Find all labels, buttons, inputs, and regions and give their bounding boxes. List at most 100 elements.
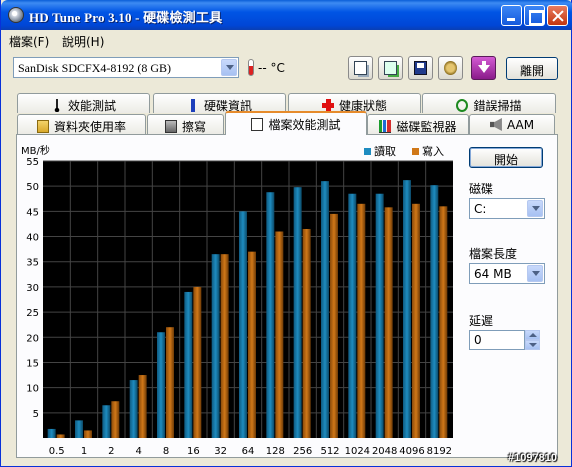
tab-disk-monitor[interactable]: 磁碟監視器 xyxy=(367,114,469,134)
camera-icon xyxy=(444,61,457,75)
start-button[interactable]: 開始 xyxy=(469,147,543,168)
x-tick-label: 4 xyxy=(135,446,141,457)
read-bar xyxy=(184,291,193,438)
save-button[interactable] xyxy=(408,56,433,80)
y-tick-label: 45 xyxy=(26,207,39,218)
menu-file[interactable]: 檔案(F) xyxy=(9,33,49,50)
legend-label: 寫入 xyxy=(422,144,444,158)
minimize-button[interactable] xyxy=(501,5,522,26)
tab-health[interactable]: 健康狀態 xyxy=(288,93,421,113)
x-tick-label: 128 xyxy=(266,446,285,457)
temperature-readout: -- °C xyxy=(258,61,285,75)
trash-icon xyxy=(164,120,177,133)
spin-down-button[interactable] xyxy=(525,340,540,350)
exclamation-icon xyxy=(50,99,63,112)
title-bar[interactable]: HD Tune Pro 3.10 - 硬碟檢測工具 xyxy=(1,0,572,30)
write-bar xyxy=(220,254,229,438)
x-tick-label: 16 xyxy=(187,446,200,457)
read-bar xyxy=(157,332,165,438)
copy-text-button[interactable] xyxy=(348,56,373,80)
floppy-disk-icon xyxy=(414,61,427,75)
toolbar: SanDisk SDCFX4-8192 (8 GB) -- °C 離開 xyxy=(1,50,572,88)
tab-error-scan[interactable]: 錯誤掃描 xyxy=(422,93,556,113)
chevron-down-icon[interactable] xyxy=(527,265,543,282)
read-bar xyxy=(293,187,302,438)
drive-letter-value: C: xyxy=(474,202,487,216)
tab-erase[interactable]: 擦寫 xyxy=(147,114,224,134)
read-bar xyxy=(129,380,138,438)
tab-label: 擦寫 xyxy=(181,120,206,134)
tab-info[interactable]: 硬碟資訊 xyxy=(153,93,286,113)
y-tick-label: 20 xyxy=(26,333,39,344)
tab-aam[interactable]: AAM xyxy=(469,114,555,134)
y-tick-label: 25 xyxy=(26,308,39,319)
window-title: HD Tune Pro 3.10 - 硬碟檢測工具 xyxy=(29,10,223,25)
write-bar xyxy=(193,286,202,438)
chevron-down-icon[interactable] xyxy=(527,200,543,217)
write-bar xyxy=(248,251,256,438)
write-bar xyxy=(275,231,284,438)
read-bar xyxy=(102,405,111,438)
y-tick-label: 35 xyxy=(26,258,39,269)
x-tick-label: 8 xyxy=(163,446,169,457)
menu-help[interactable]: 說明(H) xyxy=(62,33,104,50)
drive-select[interactable]: SanDisk SDCFX4-8192 (8 GB) xyxy=(13,57,239,78)
delay-input[interactable]: 0 xyxy=(469,330,525,350)
info-icon xyxy=(186,99,199,112)
write-bar xyxy=(412,203,420,438)
spin-up-button[interactable] xyxy=(525,330,540,340)
write-bar xyxy=(384,207,393,438)
write-bar xyxy=(330,213,338,438)
delay-label: 延遲 xyxy=(469,314,494,328)
read-bar xyxy=(375,193,384,438)
tab-label: AAM xyxy=(506,118,535,132)
tab-label: 磁碟監視器 xyxy=(396,120,457,134)
watermark: #1097810 xyxy=(508,452,557,464)
x-tick-label: 32 xyxy=(214,446,227,457)
write-bar xyxy=(357,203,366,438)
speaker-icon xyxy=(489,118,502,131)
legend-swatch xyxy=(412,148,419,155)
download-button[interactable] xyxy=(471,56,496,80)
copy-all-icon xyxy=(384,61,397,75)
tab-benchmark[interactable]: 效能測試 xyxy=(17,93,150,113)
x-tick-label: 0.5 xyxy=(49,446,65,457)
drive-letter-select[interactable]: C: xyxy=(469,198,545,219)
read-bar xyxy=(47,428,56,438)
write-bar xyxy=(84,430,92,438)
tab-file-benchmark[interactable]: 檔案效能測試 xyxy=(225,111,367,135)
legend-label: 讀取 xyxy=(374,144,396,158)
close-button[interactable] xyxy=(547,5,568,26)
write-bar xyxy=(111,401,120,438)
read-bar xyxy=(348,193,357,438)
chevron-down-icon[interactable] xyxy=(221,59,237,76)
maximize-button[interactable] xyxy=(524,5,545,26)
screenshot-button[interactable] xyxy=(438,56,463,80)
copy-all-button[interactable] xyxy=(378,56,403,80)
x-tick-label: 512 xyxy=(320,446,339,457)
copy-icon xyxy=(354,61,367,75)
folder-icon xyxy=(36,120,49,133)
y-tick-label: 15 xyxy=(26,358,39,369)
read-bar xyxy=(75,420,83,438)
thermometer-icon xyxy=(248,59,254,76)
read-bar xyxy=(211,254,220,438)
read-bar xyxy=(321,181,329,438)
x-tick-label: 256 xyxy=(293,446,312,457)
app-disk-icon xyxy=(8,7,24,23)
exit-button[interactable]: 離開 xyxy=(506,57,558,80)
x-tick-label: 4096 xyxy=(399,446,424,457)
x-tick-label: 1024 xyxy=(345,446,370,457)
tab-label: 效能測試 xyxy=(67,99,116,113)
menu-bar: 檔案(F) 說明(H) xyxy=(1,30,572,49)
y-tick-label: 50 xyxy=(26,182,39,193)
x-tick-label: 2048 xyxy=(372,446,397,457)
download-arrow-icon xyxy=(477,61,490,75)
read-bar xyxy=(239,211,247,438)
x-tick-label: 64 xyxy=(242,446,255,457)
y-tick-label: 5 xyxy=(33,409,39,420)
file-length-select[interactable]: 64 MB xyxy=(469,263,545,284)
y-tick-label: 40 xyxy=(26,233,39,244)
tab-label: 資料夾使用率 xyxy=(53,120,126,134)
tab-folder-usage[interactable]: 資料夾使用率 xyxy=(17,114,146,134)
